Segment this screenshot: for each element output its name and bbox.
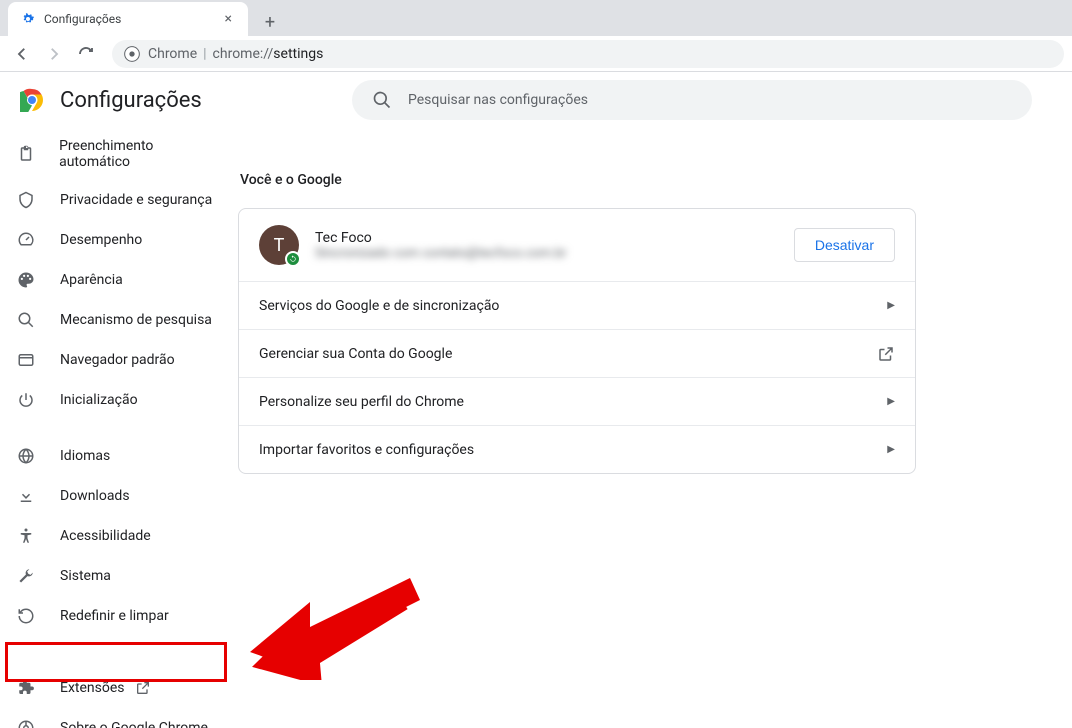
clipboard-icon xyxy=(16,144,35,164)
gear-icon xyxy=(20,11,36,27)
chevron-right-icon: ▶ xyxy=(887,396,895,407)
sidebar-item-search-engine[interactable]: Mecanismo de pesquisa xyxy=(0,300,236,340)
sidebar-label: Navegador padrão xyxy=(60,352,175,368)
row-label: Gerenciar sua Conta do Google xyxy=(259,346,877,362)
search-icon xyxy=(372,90,392,110)
sidebar-item-appearance[interactable]: Aparência xyxy=(0,260,236,300)
chrome-logo-icon xyxy=(20,88,44,112)
sidebar-item-about[interactable]: Sobre o Google Chrome xyxy=(0,708,236,728)
accessibility-icon xyxy=(16,526,36,546)
sidebar-item-privacy[interactable]: Privacidade e segurança xyxy=(0,180,236,220)
browser-icon xyxy=(16,350,36,370)
row-label: Serviços do Google e de sincronização xyxy=(259,298,887,314)
row-label: Importar favoritos e configurações xyxy=(259,442,887,458)
chevron-right-icon: ▶ xyxy=(887,444,895,455)
sidebar-label: Downloads xyxy=(60,488,130,504)
new-tab-button[interactable]: + xyxy=(256,8,284,36)
palette-icon xyxy=(16,270,36,290)
chrome-icon xyxy=(16,718,36,728)
content-area: Você e o Google T Tec Foco Sincronizado … xyxy=(236,128,1072,728)
avatar: T xyxy=(259,225,299,265)
reload-button[interactable] xyxy=(72,40,100,68)
sidebar: Preenchimento automático Privacidade e s… xyxy=(0,128,236,728)
external-link-icon xyxy=(135,680,151,696)
sidebar-label: Preenchimento automático xyxy=(59,138,220,170)
omnibox-text: Chrome|chrome://settings xyxy=(148,46,323,62)
browser-tab-strip: Configurações × + xyxy=(0,0,1072,36)
settings-header: Configurações Pesquisar nas configuraçõe… xyxy=(0,72,1072,128)
sidebar-item-startup[interactable]: Inicialização xyxy=(0,380,236,420)
section-title: Você e o Google xyxy=(238,172,916,188)
chrome-icon xyxy=(124,46,140,62)
sidebar-item-accessibility[interactable]: Acessibilidade xyxy=(0,516,236,556)
download-icon xyxy=(16,486,36,506)
row-customize-profile[interactable]: Personalize seu perfil do Chrome ▶ xyxy=(239,377,915,425)
profile-row: T Tec Foco Sincronizado com contato@tecf… xyxy=(239,209,915,281)
sidebar-label: Sobre o Google Chrome xyxy=(60,720,208,728)
sidebar-item-reset[interactable]: Redefinir e limpar xyxy=(0,596,236,636)
sidebar-item-autofill[interactable]: Preenchimento automático xyxy=(0,128,236,180)
tab-close-button[interactable]: × xyxy=(221,9,236,29)
sidebar-label: Extensões xyxy=(60,680,125,696)
power-icon xyxy=(16,390,36,410)
sidebar-label: Inicialização xyxy=(60,392,138,408)
deactivate-button[interactable]: Desativar xyxy=(794,228,895,262)
extension-icon xyxy=(16,678,36,698)
profile-name: Tec Foco xyxy=(315,230,794,246)
profile-card: T Tec Foco Sincronizado com contato@tecf… xyxy=(238,208,916,474)
row-import[interactable]: Importar favoritos e configurações ▶ xyxy=(239,425,915,473)
search-input[interactable]: Pesquisar nas configurações xyxy=(352,80,1032,120)
forward-button[interactable] xyxy=(40,40,68,68)
sidebar-item-languages[interactable]: Idiomas xyxy=(0,436,236,476)
tab-title: Configurações xyxy=(44,12,221,26)
chevron-right-icon: ▶ xyxy=(887,300,895,311)
wrench-icon xyxy=(16,566,36,586)
row-manage-account[interactable]: Gerenciar sua Conta do Google xyxy=(239,329,915,377)
sidebar-label: Privacidade e segurança xyxy=(60,192,212,208)
row-label: Personalize seu perfil do Chrome xyxy=(259,394,887,410)
search-placeholder: Pesquisar nas configurações xyxy=(408,92,588,108)
speedometer-icon xyxy=(16,230,36,250)
sidebar-label: Mecanismo de pesquisa xyxy=(60,312,212,328)
globe-icon xyxy=(16,446,36,466)
shield-icon xyxy=(16,190,36,210)
restore-icon xyxy=(16,606,36,626)
sidebar-item-performance[interactable]: Desempenho xyxy=(0,220,236,260)
row-sync-services[interactable]: Serviços do Google e de sincronização ▶ xyxy=(239,281,915,329)
sidebar-label: Sistema xyxy=(60,568,111,584)
sidebar-label: Redefinir e limpar xyxy=(60,608,169,624)
page-title: Configurações xyxy=(60,88,202,113)
sidebar-label: Acessibilidade xyxy=(60,528,151,544)
sidebar-item-default-browser[interactable]: Navegador padrão xyxy=(0,340,236,380)
sync-badge-icon xyxy=(285,251,301,267)
external-link-icon xyxy=(877,345,895,363)
browser-toolbar: Chrome|chrome://settings xyxy=(0,36,1072,72)
back-button[interactable] xyxy=(8,40,36,68)
sidebar-label: Aparência xyxy=(60,272,123,288)
sidebar-item-extensions[interactable]: Extensões xyxy=(0,668,236,708)
browser-tab[interactable]: Configurações × xyxy=(8,2,248,36)
sidebar-label: Desempenho xyxy=(60,232,142,248)
search-icon xyxy=(16,310,36,330)
address-bar[interactable]: Chrome|chrome://settings xyxy=(112,40,1064,68)
profile-email: Sincronizado com contato@tecfoco.com.br xyxy=(315,246,794,261)
sidebar-item-downloads[interactable]: Downloads xyxy=(0,476,236,516)
sidebar-label: Idiomas xyxy=(60,448,110,464)
sidebar-item-system[interactable]: Sistema xyxy=(0,556,236,596)
